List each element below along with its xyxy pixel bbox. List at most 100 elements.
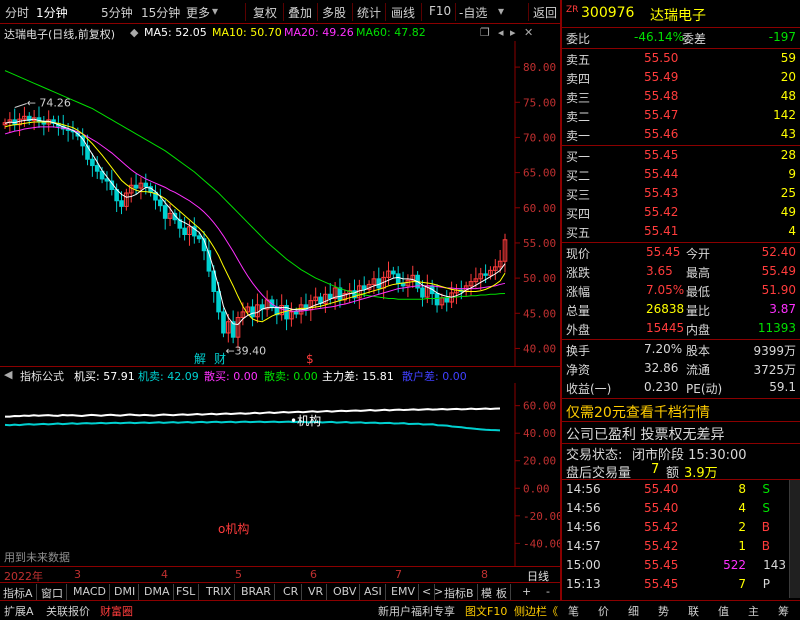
ask-row: 卖五 55.50 59 [562, 50, 800, 68]
tick-volume: 2 [738, 520, 746, 534]
stat-label: 最低 [686, 285, 711, 299]
panel-tab[interactable]: 值 [718, 603, 729, 619]
chevron-down-icon[interactable]: ◀ [4, 368, 12, 381]
chart-stock-name: 达瑞电子(日线,前复权) [4, 28, 116, 41]
zoom-out-button[interactable]: - [543, 584, 553, 600]
tick-price: 55.40 [644, 482, 679, 496]
toolbar-overlay[interactable]: 叠加 [288, 4, 312, 21]
tab-indicator-b[interactable]: 指标B [441, 584, 478, 600]
ind-cyan-line [4, 420, 501, 432]
chevron-down-icon[interactable]: ◆ [130, 26, 138, 39]
wealth-circle-button[interactable]: 财富圈 [100, 603, 133, 619]
indicator-chart[interactable]: 60.00 40.00 20.00 0.00 -20.00 -40.00 •机构 o机构用到未… [0, 383, 560, 566]
window-restore-icon[interactable]: ❐ [480, 26, 490, 39]
chevron-down-icon[interactable]: ▾ [498, 4, 504, 18]
toolbar-15min[interactable]: 15分钟 [141, 4, 180, 21]
toolbar-stats[interactable]: 统计 [357, 4, 381, 21]
ask-price: 55.50 [644, 51, 679, 65]
toolbar-5min[interactable]: 5分钟 [101, 4, 133, 21]
tab-brar[interactable]: BRAR [238, 584, 275, 600]
candle-body [250, 306, 255, 318]
stat-row: 净资 32.86 流通 3725万 [562, 360, 800, 378]
stock-code: 300976 [581, 5, 635, 21]
panel-tab[interactable]: 笔 [568, 603, 579, 619]
tick-volume: 1 [738, 539, 746, 553]
toolbar-timeshare[interactable]: 分时 [5, 4, 29, 21]
toolbar-f10[interactable]: F10 [429, 4, 451, 18]
y-tick-label: 80.00 [523, 61, 556, 74]
jigou-bottom-label: o机构 [218, 521, 249, 536]
promo-row[interactable]: 仅需20元查看千档行情 [562, 401, 800, 421]
panel-tab[interactable]: 细 [628, 603, 639, 619]
candle-body [293, 311, 299, 315]
zoom-in-button[interactable]: + [519, 584, 534, 600]
promo-text[interactable]: 仅需20元查看千档行情 [566, 402, 710, 422]
stat-value: 9399万 [753, 344, 796, 358]
tick-side: B [761, 520, 770, 534]
related-quote-button[interactable]: 关联报价 [46, 603, 90, 619]
quote-panel: ZR 300976 达瑞电子 委比 -46.14% 委差 -197 卖五 55.5… [560, 0, 800, 600]
ask-volume: 142 [773, 108, 796, 122]
toolbar-back[interactable]: 返回 [533, 4, 557, 21]
bid-price: 55.41 [644, 224, 679, 238]
tab-fsl[interactable]: FSL [173, 584, 200, 600]
candle-body [90, 158, 95, 167]
tick-volume: 4 [738, 501, 746, 515]
toolbar-fuquan[interactable]: 复权 [253, 4, 277, 21]
stat-value: 15445 [646, 321, 685, 335]
toolbar-1min[interactable]: 1分钟 [36, 4, 68, 21]
f10-graphic-button[interactable]: 图文F10 [465, 603, 507, 619]
candle-body [221, 311, 226, 334]
after-hours-vol: 7 [651, 462, 660, 477]
arrow-left-icon[interactable]: ◂ [498, 26, 504, 39]
scrollbar[interactable] [789, 480, 800, 598]
tick-price: 55.45 [644, 577, 679, 591]
tab-dma[interactable]: DMA [141, 584, 174, 600]
future-data-note: 用到未来数据 [4, 550, 70, 564]
tab-trix[interactable]: TRIX [203, 584, 236, 600]
tab-asi[interactable]: ASI [361, 584, 386, 600]
tab-ban[interactable]: 板 [493, 584, 511, 600]
bid-volume: 25 [780, 186, 796, 200]
tab-vr[interactable]: VR [305, 584, 328, 600]
candle-body [119, 200, 124, 207]
tick-price: 55.42 [644, 539, 679, 553]
candle-body [216, 290, 221, 313]
panel-tab[interactable]: 筹 [778, 603, 789, 619]
tab-indicator-a[interactable]: 指标A [0, 584, 37, 600]
indicator-sanmai: 散买: 0.00 [204, 370, 258, 383]
panel-tab[interactable]: 联 [688, 603, 699, 619]
tab-emv[interactable]: EMV [388, 584, 419, 600]
toolbar-draw[interactable]: 画线 [391, 4, 415, 21]
expand-a-button[interactable]: 扩展A [4, 603, 34, 619]
tab-obv[interactable]: OBV [330, 584, 361, 600]
candle-body [420, 287, 425, 298]
panel-tab[interactable]: 主 [748, 603, 759, 619]
toolbar-watchlist[interactable]: -自选 [459, 4, 487, 21]
sidebar-toggle-button[interactable]: 侧边栏《 [514, 603, 558, 619]
tab-window[interactable]: 窗口 [38, 584, 67, 600]
candle-body [143, 182, 149, 188]
panel-tab[interactable]: 势 [658, 603, 669, 619]
ask-volume: 43 [780, 127, 796, 141]
tick-row: 14:56 55.42 2 B [562, 519, 800, 537]
ask-price: 55.47 [644, 108, 679, 122]
candle-body [196, 235, 202, 240]
stat-row: 涨幅 7.05% 最低 51.90 [562, 282, 800, 300]
chevron-down-icon[interactable]: ▾ [212, 4, 218, 18]
panel-tab[interactable]: 价 [598, 603, 609, 619]
tab-cr[interactable]: CR [280, 584, 303, 600]
tab-macd[interactable]: MACD [70, 584, 110, 600]
close-icon[interactable]: ✕ [524, 26, 533, 39]
indicator-name[interactable]: 指标公式 [20, 368, 64, 384]
toolbar-multistock[interactable]: 多股 [322, 4, 346, 21]
y-tick-label: 40.00 [523, 342, 556, 355]
candle-body [162, 205, 168, 219]
candlestick-chart[interactable]: 80.00 75.00 70.00 65.00 60.00 55.00 50.00 45.00… [0, 41, 560, 366]
stat-label: 净资 [566, 363, 591, 377]
arrow-right-icon[interactable]: ▸ [510, 26, 516, 39]
toolbar-more[interactable]: 更多 [186, 4, 210, 21]
stat-value: 3725万 [753, 363, 796, 377]
new-user-benefit-link[interactable]: 新用户福利专享 [378, 603, 455, 619]
tab-dmi[interactable]: DMI [111, 584, 140, 600]
